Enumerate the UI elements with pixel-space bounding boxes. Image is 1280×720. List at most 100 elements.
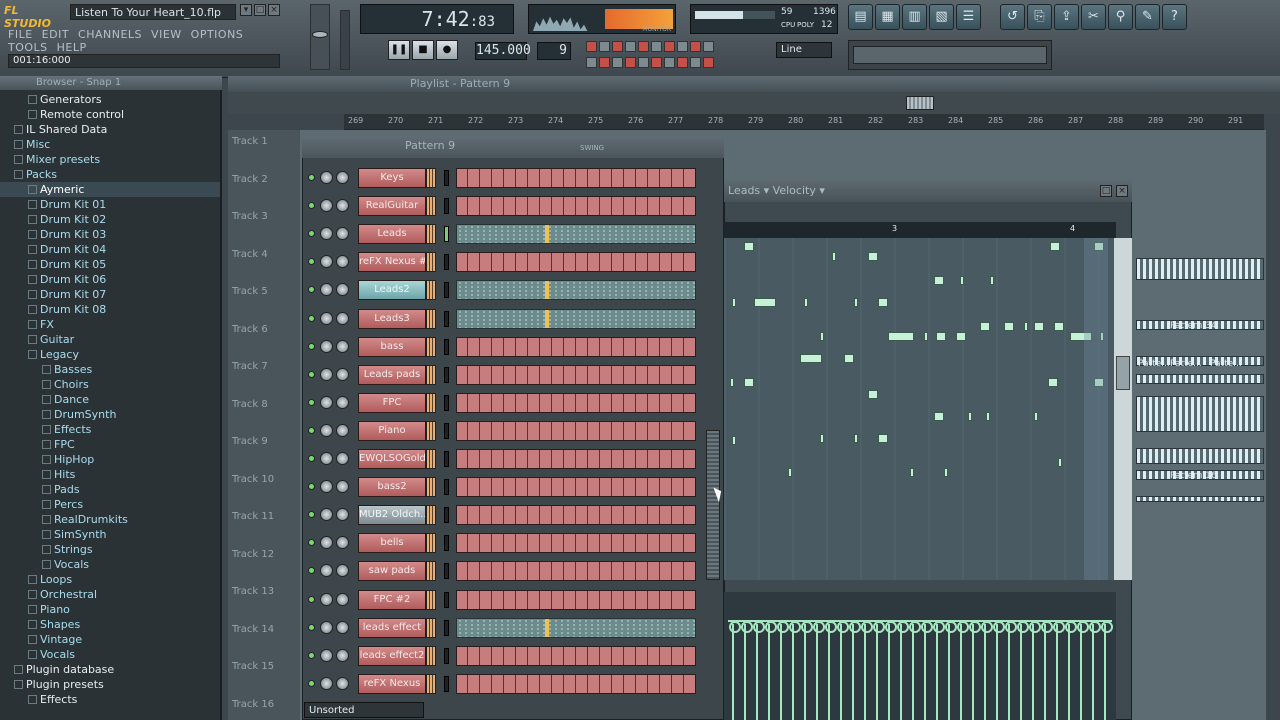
oscilloscope-monitor[interactable]: MONITOR	[528, 4, 676, 34]
channel-select[interactable]	[444, 366, 449, 383]
velocity-bar[interactable]	[1053, 621, 1065, 720]
browser-item[interactable]: Vocals	[0, 557, 220, 572]
channel-row[interactable]: leads effect	[306, 616, 698, 640]
channel-mute-led[interactable]	[308, 651, 315, 659]
channel-select[interactable]	[444, 282, 449, 299]
midi-note[interactable]	[868, 252, 878, 261]
volume-knob[interactable]	[336, 227, 349, 241]
browser-item[interactable]: FX	[0, 317, 220, 332]
search-icon[interactable]: ⚲	[1108, 4, 1133, 30]
browser-item[interactable]: Generators	[0, 92, 220, 107]
velocity-bar[interactable]	[729, 621, 741, 720]
volume-knob[interactable]	[336, 199, 349, 213]
menu-edit[interactable]: EDIT	[42, 28, 69, 41]
channel-mute-led[interactable]	[308, 342, 315, 350]
channel-fader[interactable]	[426, 673, 436, 694]
channel-select[interactable]	[444, 451, 449, 467]
preset-selector[interactable]	[848, 40, 1052, 70]
browser-item[interactable]: Percs	[0, 497, 220, 512]
midi-note[interactable]	[878, 298, 888, 307]
channel-select[interactable]	[444, 338, 449, 355]
channel-select[interactable]	[444, 226, 449, 243]
velocity-bar[interactable]	[849, 621, 861, 720]
channel-select[interactable]	[444, 198, 449, 215]
channel-mute-led[interactable]	[308, 511, 315, 519]
channel-row[interactable]: FPC #2	[306, 588, 698, 612]
step-grid[interactable]	[456, 196, 696, 217]
channel-name-button[interactable]: bass2	[358, 477, 426, 498]
midi-note[interactable]	[1004, 322, 1014, 331]
playlist-clip[interactable]	[1136, 396, 1264, 432]
pan-knob[interactable]	[320, 536, 333, 550]
step-grid[interactable]	[456, 533, 696, 554]
midi-note[interactable]	[980, 322, 990, 331]
midi-note[interactable]	[986, 412, 990, 421]
close-button[interactable]: ×	[268, 4, 280, 16]
channel-name-button[interactable]: Leads pads	[358, 364, 426, 385]
midi-note[interactable]	[854, 298, 858, 307]
midi-note[interactable]	[924, 332, 928, 341]
browser-item[interactable]: Dance	[0, 392, 220, 407]
channel-select[interactable]	[444, 507, 449, 524]
browser-item[interactable]: Drum Kit 03	[0, 227, 220, 242]
channel-mute-led[interactable]	[308, 314, 315, 322]
velocity-bar[interactable]	[957, 621, 969, 720]
step-grid[interactable]	[456, 673, 696, 694]
track-label[interactable]: Track 12	[232, 549, 274, 560]
channel-mute-led[interactable]	[308, 258, 315, 266]
browser-item[interactable]: Hits	[0, 467, 220, 482]
browser-item[interactable]: DrumSynth	[0, 407, 220, 422]
browser-item[interactable]: Effects	[0, 422, 220, 437]
channel-row[interactable]: saw pads	[306, 559, 698, 583]
pianoroll-close-button[interactable]: ×	[1116, 185, 1128, 197]
step-grid[interactable]	[456, 336, 696, 357]
midi-note[interactable]	[820, 434, 824, 443]
velocity-bar[interactable]	[861, 621, 873, 720]
channel-mute-led[interactable]	[308, 174, 315, 181]
playlist-clip[interactable]	[1136, 496, 1264, 502]
channel-fader[interactable]	[426, 477, 436, 498]
menu-help[interactable]: HELP	[57, 41, 87, 54]
volume-knob[interactable]	[336, 283, 349, 297]
midi-note[interactable]	[1034, 412, 1038, 421]
midi-note[interactable]	[1058, 458, 1062, 467]
browser-item[interactable]: Plugin database	[0, 662, 220, 677]
channel-row[interactable]: MUB2 Oldch...	[306, 503, 698, 527]
volume-knob[interactable]	[336, 395, 349, 409]
browser-item[interactable]: Legacy	[0, 347, 220, 362]
channel-name-button[interactable]: bass	[358, 336, 426, 357]
volume-knob[interactable]	[336, 171, 349, 184]
track-label[interactable]: Track 11	[232, 511, 274, 522]
velocity-bar[interactable]	[1089, 621, 1101, 720]
velocity-bar[interactable]	[993, 621, 1005, 720]
step-grid[interactable]	[456, 280, 696, 301]
channel-row[interactable]: bells	[306, 531, 698, 555]
velocity-bar[interactable]	[873, 621, 885, 720]
mixer-icon[interactable]: ☰	[956, 4, 981, 30]
browser-item[interactable]: Vocals	[0, 647, 220, 662]
pianoroll-notes-grid[interactable]	[724, 238, 1114, 580]
browser-item[interactable]: Guitar	[0, 332, 220, 347]
pan-knob[interactable]	[320, 676, 333, 690]
menu-tools[interactable]: TOOLS	[8, 41, 48, 54]
channel-select[interactable]	[444, 647, 449, 664]
pan-knob[interactable]	[320, 311, 333, 325]
browser-item[interactable]: SimSynth	[0, 527, 220, 542]
step-grid[interactable]	[456, 449, 696, 469]
channel-name-button[interactable]: saw pads	[358, 561, 426, 582]
channel-name-button[interactable]: RealGuitar	[358, 196, 426, 217]
browser-item[interactable]: Drum Kit 02	[0, 212, 220, 227]
step-grid[interactable]	[456, 420, 696, 441]
pianoroll-max-button[interactable]: □	[1100, 185, 1112, 197]
channel-fader[interactable]	[426, 336, 436, 357]
channel-row[interactable]: Leads3	[306, 307, 698, 331]
channel-mute-led[interactable]	[308, 539, 315, 547]
velocity-bar[interactable]	[813, 621, 825, 720]
channel-fader[interactable]	[426, 449, 436, 469]
pan-knob[interactable]	[320, 508, 333, 522]
velocity-bar[interactable]	[897, 621, 909, 720]
pan-knob[interactable]	[320, 620, 333, 634]
velocity-bar[interactable]	[741, 621, 753, 720]
channel-fader[interactable]	[426, 589, 436, 610]
channel-select[interactable]	[444, 170, 449, 186]
